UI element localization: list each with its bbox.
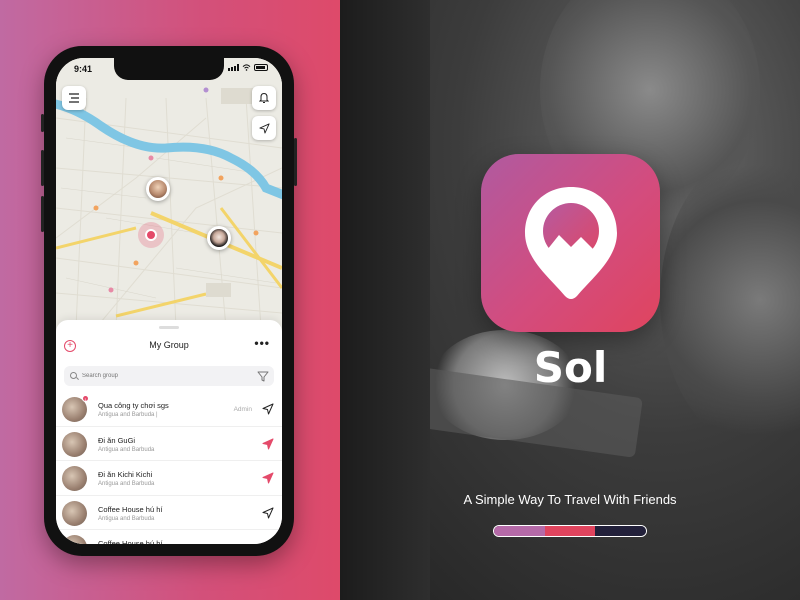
friend-avatar: [149, 180, 167, 198]
friend-marker-1[interactable]: [146, 177, 170, 201]
menu-icon: [69, 93, 79, 103]
group-name: Coffee House hú hí: [98, 539, 163, 544]
navigation-arrow-icon: [258, 122, 270, 134]
group-name: Coffee House hú hí: [98, 504, 163, 514]
my-location-marker: [138, 222, 164, 248]
menu-button[interactable]: [62, 86, 86, 110]
status-icons: [228, 64, 268, 71]
friend-marker-2[interactable]: [207, 226, 231, 250]
group-list-item[interactable]: 1 Qua công ty chơi sgs Antigua and Barbu…: [56, 392, 282, 427]
group-location: Antigua and Barbuda: [98, 446, 155, 453]
search-input[interactable]: [82, 366, 242, 386]
navigate-arrow-icon[interactable]: [262, 403, 274, 415]
location-pin-logo-icon: [524, 187, 617, 299]
palette-swatch: [595, 526, 646, 536]
phone-mockup: 9:41 + My Group ••• Search group 1 Qua c…: [41, 46, 297, 556]
group-name: Đi ăn GuGi: [98, 435, 136, 445]
tagline: A Simple Way To Travel With Friends: [463, 492, 677, 507]
group-list-item[interactable]: Coffee House hú hí Antigua and Barbuda: [56, 530, 282, 544]
navigate-arrow-icon[interactable]: [262, 541, 274, 544]
bell-icon: [259, 92, 269, 103]
battery-icon: [254, 64, 268, 71]
locate-me-button[interactable]: [252, 116, 276, 140]
group-list: 1 Qua công ty chơi sgs Antigua and Barbu…: [56, 392, 282, 544]
search-bar: [64, 366, 274, 386]
app-logo: [481, 154, 660, 332]
filter-icon[interactable]: [256, 369, 270, 383]
group-list-item[interactable]: Đi ăn GuGi Antigua and Barbuda: [56, 427, 282, 461]
group-location: Antigua and Barbuda |: [98, 412, 158, 418]
palette-swatch: [544, 526, 596, 536]
navigate-arrow-icon[interactable]: [262, 507, 274, 519]
phone-volume-up: [41, 150, 44, 186]
color-palette: [493, 525, 647, 537]
friend-avatar: [210, 229, 228, 247]
group-name: Đi ăn Kichi Kichi: [98, 470, 153, 479]
navigate-arrow-icon[interactable]: [262, 472, 274, 484]
group-location: Antigua and Barbuda: [98, 481, 155, 487]
group-sheet: + My Group ••• 1 Qua công ty chơi sgs An…: [56, 320, 282, 544]
navigate-arrow-icon[interactable]: [262, 438, 274, 450]
phone-power-button: [294, 138, 297, 186]
group-avatar: [62, 431, 87, 457]
more-options-button[interactable]: •••: [254, 336, 270, 350]
group-location: Antigua and Barbuda: [98, 515, 155, 522]
map-view[interactable]: [56, 58, 282, 329]
phone-volume-down: [41, 196, 44, 232]
group-avatar: [62, 500, 87, 526]
unread-badge: 1: [82, 395, 89, 402]
palette-swatch: [494, 526, 545, 536]
status-time: 9:41: [74, 64, 93, 74]
sheet-drag-handle[interactable]: [159, 326, 179, 329]
group-name: Qua công ty chơi sgs: [98, 401, 169, 410]
group-list-item[interactable]: Đi ăn Kichi Kichi Antigua and Barbuda: [56, 461, 282, 496]
signal-icon: [228, 64, 239, 71]
notification-button[interactable]: [252, 86, 276, 110]
group-avatar: [62, 466, 87, 491]
wifi-icon: [242, 64, 251, 71]
sheet-title: My Group: [149, 340, 189, 350]
group-list-item[interactable]: Coffee House hú hí Antigua and Barbuda: [56, 496, 282, 530]
sheet-header: + My Group •••: [56, 336, 282, 358]
search-icon: [70, 372, 77, 379]
phone-screen: 9:41 + My Group ••• Search group 1 Qua c…: [56, 58, 282, 544]
phone-notch: [114, 58, 224, 80]
group-role: Admin: [233, 406, 252, 413]
app-name: Sol: [533, 343, 608, 392]
group-avatar: [62, 535, 87, 544]
phone-side-button: [41, 114, 44, 132]
